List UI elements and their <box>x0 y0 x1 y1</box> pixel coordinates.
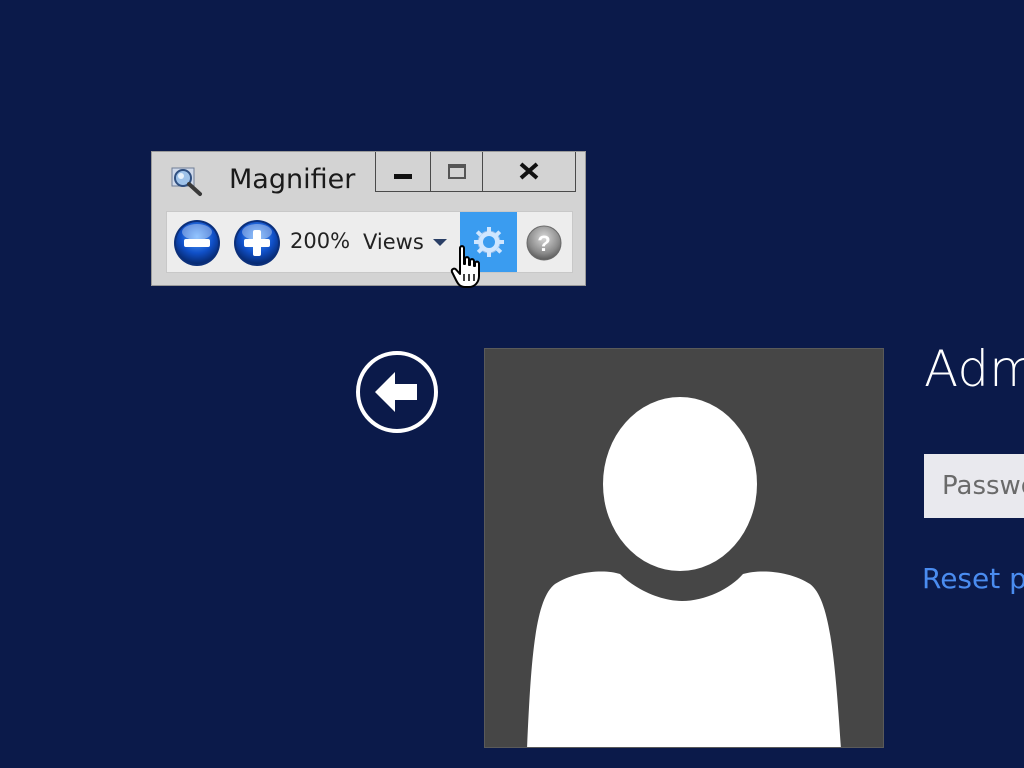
magnifier-toolbar: 200% Views ? <box>166 211 573 273</box>
minimize-icon <box>394 173 412 179</box>
zoom-out-button[interactable] <box>173 219 221 267</box>
close-button[interactable] <box>482 152 576 192</box>
minimize-button[interactable] <box>375 152 431 192</box>
back-arrow-icon <box>375 372 417 412</box>
help-icon[interactable]: ? <box>526 225 562 261</box>
chevron-down-icon <box>432 238 447 246</box>
window-title: Magnifier <box>229 164 356 195</box>
back-button[interactable] <box>355 350 439 434</box>
reset-password-link[interactable]: Reset pa <box>922 562 1024 595</box>
user-silhouette-icon <box>527 397 841 747</box>
svg-text:?: ? <box>537 231 550 256</box>
minus-icon <box>184 239 210 247</box>
magnifier-titlebar[interactable]: Magnifier <box>152 152 585 208</box>
magnifier-window: Magnifier 200% Views ? <box>151 151 586 286</box>
views-dropdown[interactable]: Views <box>357 222 451 262</box>
magnifier-icon <box>171 167 202 196</box>
options-button[interactable] <box>460 212 517 272</box>
zoom-in-button[interactable] <box>233 219 281 267</box>
user-tile[interactable] <box>484 348 884 748</box>
username: Adm <box>924 340 1024 398</box>
maximize-icon <box>447 163 466 179</box>
gear-icon <box>473 227 504 257</box>
close-icon <box>519 161 539 180</box>
zoom-level: 200% <box>290 229 351 253</box>
password-field[interactable] <box>924 454 1024 518</box>
maximize-button[interactable] <box>430 152 483 192</box>
views-label: Views <box>363 230 424 254</box>
lock-screen: Magnifier 200% Views ? Adm Reset p <box>0 0 1024 768</box>
